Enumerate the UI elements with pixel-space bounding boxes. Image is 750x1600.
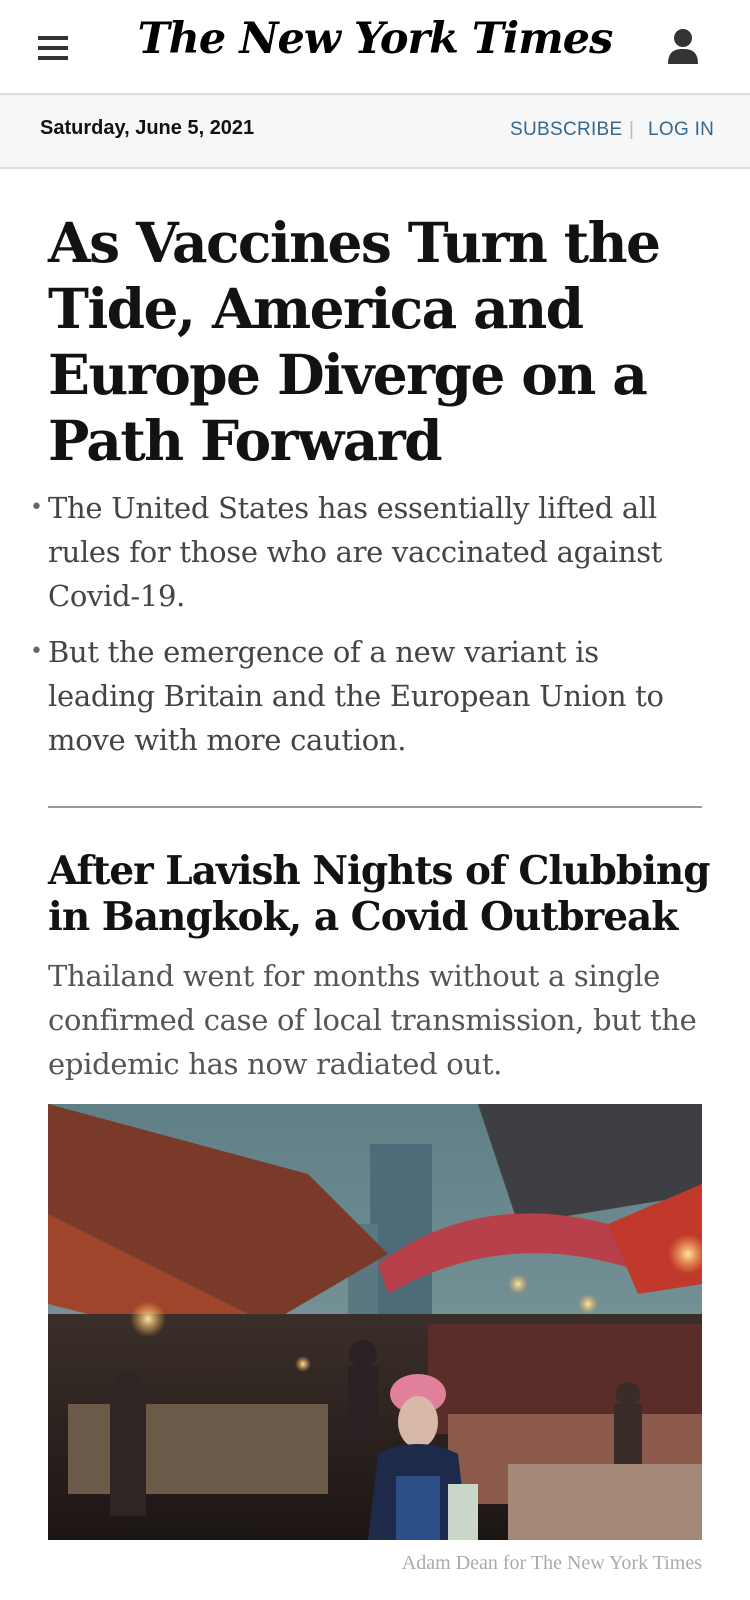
link-separator: | [629,119,634,140]
second-story-summary: Thailand went for months without a singl… [48,959,697,1081]
bullet-text: But the emergence of a new variant is le… [48,635,664,757]
login-link[interactable]: LOG IN [648,119,714,141]
photo-credit: Adam Dean for The New York Times [401,1552,702,1574]
bullet-dot: • [30,495,43,520]
lead-story-bullet: • But the emergence of a new variant is … [30,630,708,762]
bullet-dot: • [30,639,43,664]
lead-story-headline[interactable]: As Vaccines Turn the Tide, America and E… [48,210,728,474]
bangkok-market-photo[interactable] [48,1104,702,1540]
second-story-headline[interactable]: After Lavish Nights of Clubbing in Bangk… [48,848,718,940]
current-date: Saturday, June 5, 2021 [40,117,255,139]
nyt-logo[interactable]: The New York Times [0,14,750,64]
lead-story-bullets: • The United States has essentially lift… [30,486,708,774]
lead-story-bullet: • The United States has essentially lift… [30,486,708,618]
date-subscribe-bar: Saturday, June 5, 2021 SUBSCRIBE | LOG I… [0,95,750,169]
story-divider [48,806,702,808]
subscribe-link[interactable]: SUBSCRIBE [510,119,623,141]
masthead: The New York Times [0,0,750,95]
user-account-icon[interactable] [666,28,700,66]
bullet-text: The United States has essentially lifted… [48,491,663,613]
